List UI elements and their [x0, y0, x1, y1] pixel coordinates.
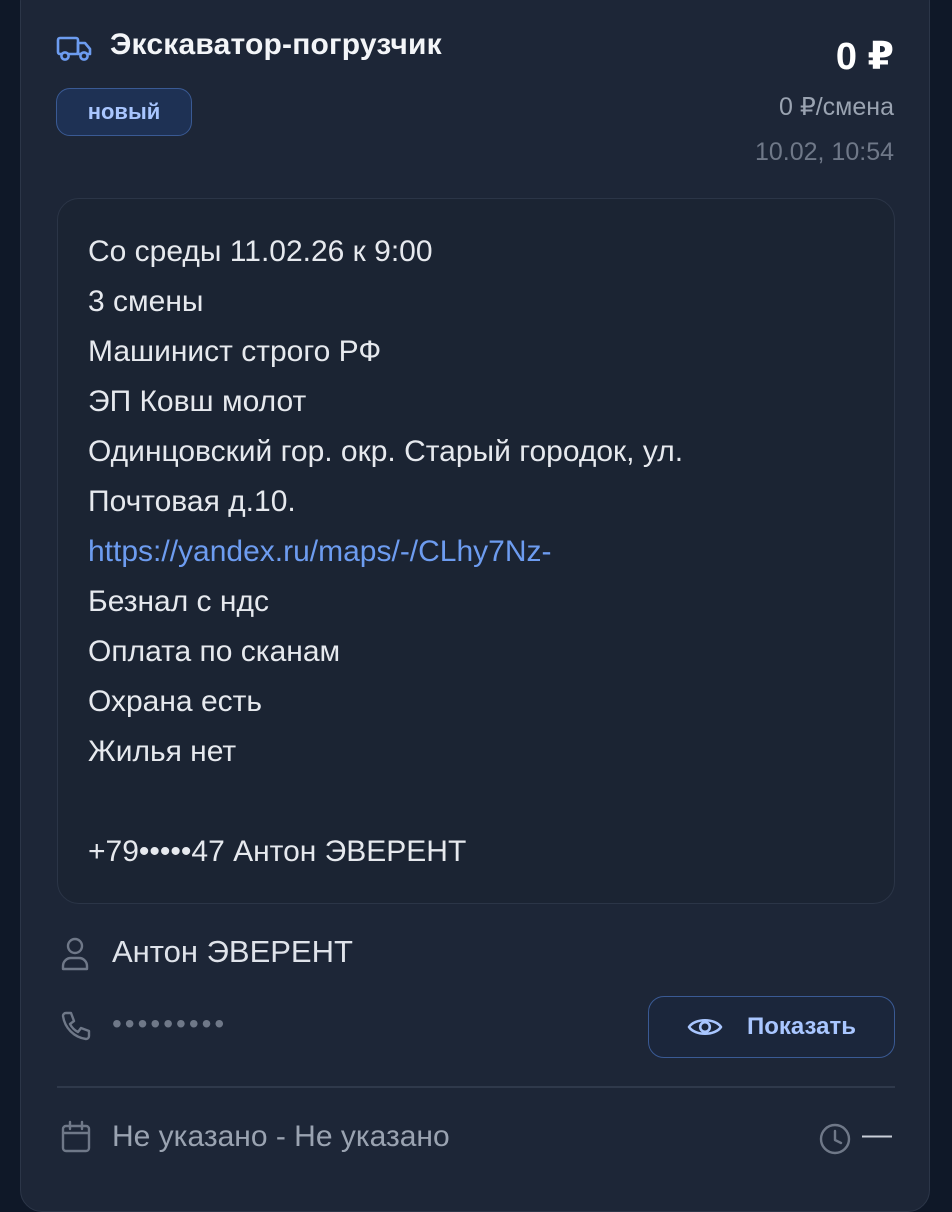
- description-blank-line: [88, 777, 864, 827]
- clock-icon: [819, 1123, 851, 1155]
- description-line: Оплата по сканам: [88, 635, 341, 668]
- price-per-shift: 0 ₽/смена: [778, 93, 894, 121]
- divider: [57, 1086, 895, 1088]
- description-contact-line: +79•••••47 Антон ЭВЕРЕНТ: [88, 835, 467, 868]
- price: 0 ₽: [835, 36, 894, 78]
- time-value: —: [862, 1118, 892, 1151]
- description-line: Одинцовский гор. окр. Старый городок, ул…: [88, 435, 684, 468]
- description-line: ЭП Ковш молот: [88, 385, 307, 418]
- phone-masked: •••••••••: [112, 1008, 228, 1039]
- phone-icon: [61, 1011, 91, 1041]
- eye-icon: [687, 1018, 723, 1036]
- description-box: Со среды 11.02.26 к 9:00 3 смены Машинис…: [57, 198, 895, 904]
- description-line: Охрана есть: [88, 685, 263, 718]
- description-line: Машинист строго РФ: [88, 335, 382, 368]
- description-line: Почтовая д.10.: [88, 485, 296, 518]
- person-icon: [61, 937, 89, 971]
- map-link[interactable]: https://yandex.ru/maps/-/CLhy7Nz-: [88, 527, 864, 577]
- description-line: Со среды 11.02.26 к 9:00: [88, 235, 433, 268]
- status-badge: новый: [56, 88, 192, 136]
- show-phone-label: Показать: [746, 1013, 857, 1040]
- contact-name: Антон ЭВЕРЕНТ: [112, 934, 353, 969]
- truck-icon: [56, 36, 92, 61]
- posted-time: 10.02, 10:54: [754, 138, 894, 166]
- order-title: Экскаватор-погрузчик: [110, 28, 442, 61]
- calendar-icon: [61, 1120, 91, 1153]
- description-line: 3 смены: [88, 285, 204, 318]
- description-line: Жилья нет: [88, 735, 237, 768]
- show-phone-button[interactable]: Показать: [648, 996, 895, 1058]
- date-range: Не указано - Не указано: [112, 1120, 450, 1153]
- description-line: Безнал с ндс: [88, 585, 269, 618]
